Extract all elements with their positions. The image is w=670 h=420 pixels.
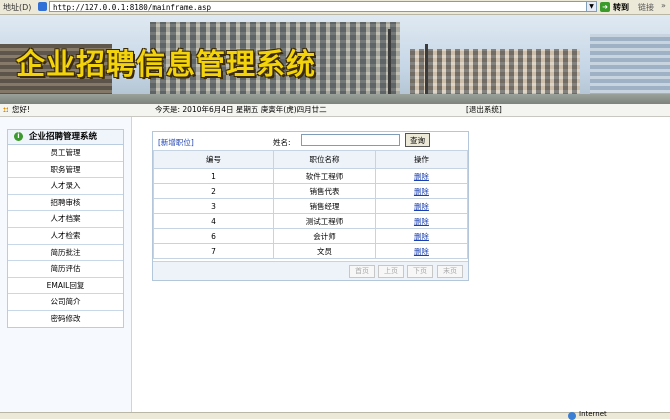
sidebar-item-talent-entry[interactable]: 人才录入: [8, 178, 123, 195]
cell-id: 6: [152, 228, 275, 244]
address-label: 地址(D): [3, 3, 32, 12]
cell-action: 删除: [374, 183, 469, 199]
search-toolbar: [新增职位] 姓名: 查询: [153, 132, 468, 150]
url-input[interactable]: http://127.0.0.1:8180/mainframe.asp: [49, 1, 587, 12]
system-title: 企业招聘信息管理系统: [16, 47, 317, 81]
globe-icon: [568, 412, 576, 420]
security-zone-text: Internet: [579, 410, 607, 418]
delete-link[interactable]: 删除: [414, 232, 429, 241]
cell-id: 3: [152, 198, 275, 214]
cell-action: 删除: [374, 228, 469, 244]
dots-icon: [3, 107, 8, 112]
greeting-text: 您好!: [12, 105, 31, 114]
ground: [0, 94, 670, 104]
links-button[interactable]: 链接: [638, 2, 654, 13]
more-chevron-icon[interactable]: »: [661, 1, 666, 10]
menu-header: i 企业招聘管理系统: [8, 130, 123, 145]
table-row: 7 文员 删除: [152, 243, 469, 259]
cell-position-name: 销售代表: [273, 183, 376, 199]
delete-link[interactable]: 删除: [414, 172, 429, 181]
positions-table: 编号 职位名称 操作 1 软件工程师 删除 2 销售代表 删除 3 销售经理 删…: [152, 150, 469, 259]
go-arrow-icon[interactable]: ➜: [600, 2, 610, 12]
next-page-button[interactable]: 下页: [407, 265, 433, 278]
cell-position-name: 销售经理: [273, 198, 376, 214]
position-list-panel: [新增职位] 姓名: 查询 编号 职位名称 操作 1 软件工程师 删除 2 销售…: [152, 131, 469, 281]
table-row: 6 会计师 删除: [152, 228, 469, 244]
column-header-id: 编号: [152, 150, 275, 169]
street-lamp: [388, 29, 391, 104]
sidebar-item-email-reply[interactable]: EMAIL回复: [8, 277, 123, 295]
table-row: 4 测试工程师 删除: [152, 213, 469, 229]
cell-id: 1: [152, 168, 275, 184]
table-header-row: 编号 职位名称 操作: [152, 150, 469, 169]
cell-position-name: 软件工程师: [273, 168, 376, 184]
cell-action: 删除: [374, 243, 469, 259]
address-bar: 地址(D) http://127.0.0.1:8180/mainframe.as…: [0, 0, 670, 15]
sidebar-item-resume-evaluation[interactable]: 简历评估: [8, 261, 123, 278]
sidebar-item-talent-search[interactable]: 人才检索: [8, 227, 123, 245]
pagination: 首页 上页 下页 末页: [153, 261, 468, 280]
cell-position-name: 文员: [273, 243, 376, 259]
table-row: 2 销售代表 删除: [152, 183, 469, 199]
cell-position-name: 测试工程师: [273, 213, 376, 229]
page-icon: [38, 2, 47, 11]
column-header-action: 操作: [374, 150, 469, 169]
cell-action: 删除: [374, 213, 469, 229]
delete-link[interactable]: 删除: [414, 202, 429, 211]
cell-id: 7: [152, 243, 275, 259]
sidebar-item-recruitment-review[interactable]: 招聘审核: [8, 194, 123, 212]
go-button[interactable]: 转到: [613, 2, 629, 13]
sidebar-item-company-profile[interactable]: 公司简介: [8, 294, 123, 311]
delete-link[interactable]: 删除: [414, 247, 429, 256]
cell-position-name: 会计师: [273, 228, 376, 244]
prev-page-button[interactable]: 上页: [378, 265, 404, 278]
search-button[interactable]: 查询: [405, 133, 430, 147]
logout-link[interactable]: [退出系统]: [466, 104, 502, 116]
sidebar-item-talent-archive[interactable]: 人才档案: [8, 211, 123, 228]
menu-title: 企业招聘管理系统: [29, 132, 98, 142]
table-row: 3 销售经理 删除: [152, 198, 469, 214]
column-header-position-name: 职位名称: [273, 150, 376, 169]
first-page-button[interactable]: 首页: [349, 265, 375, 278]
delete-link[interactable]: 删除: [414, 187, 429, 196]
info-icon: i: [14, 132, 23, 141]
add-position-link[interactable]: [新增职位]: [158, 137, 194, 148]
sidebar-item-change-password[interactable]: 密码修改: [8, 310, 123, 327]
table-row: 1 软件工程师 删除: [152, 168, 469, 184]
date-text: 今天是: 2010年6月4日 星期五 庚寅年(虎)四月廿二: [155, 105, 327, 114]
cell-id: 4: [152, 213, 275, 229]
last-page-button[interactable]: 末页: [437, 265, 463, 278]
sidebar-item-position-management[interactable]: 职务管理: [8, 161, 123, 179]
cell-action: 删除: [374, 198, 469, 214]
chevron-down-icon[interactable]: ▼: [586, 1, 597, 12]
delete-link[interactable]: 删除: [414, 217, 429, 226]
name-search-input[interactable]: [301, 134, 400, 146]
cell-action: 删除: [374, 168, 469, 184]
cell-id: 2: [152, 183, 275, 199]
sidebar: i 企业招聘管理系统 员工管理 职务管理 人才录入 招聘审核 人才档案 人才检索…: [0, 117, 132, 412]
info-bar: 您好! 今天是: 2010年6月4日 星期五 庚寅年(虎)四月廿二 [退出系统]: [0, 104, 670, 117]
name-label: 姓名:: [273, 138, 291, 147]
sidebar-menu: i 企业招聘管理系统 员工管理 职务管理 人才录入 招聘审核 人才档案 人才检索…: [7, 129, 124, 328]
sidebar-item-resume-annotation[interactable]: 简历批注: [8, 244, 123, 262]
sidebar-item-employee-management[interactable]: 员工管理: [8, 145, 123, 162]
header-banner: 企业招聘信息管理系统: [0, 15, 670, 104]
